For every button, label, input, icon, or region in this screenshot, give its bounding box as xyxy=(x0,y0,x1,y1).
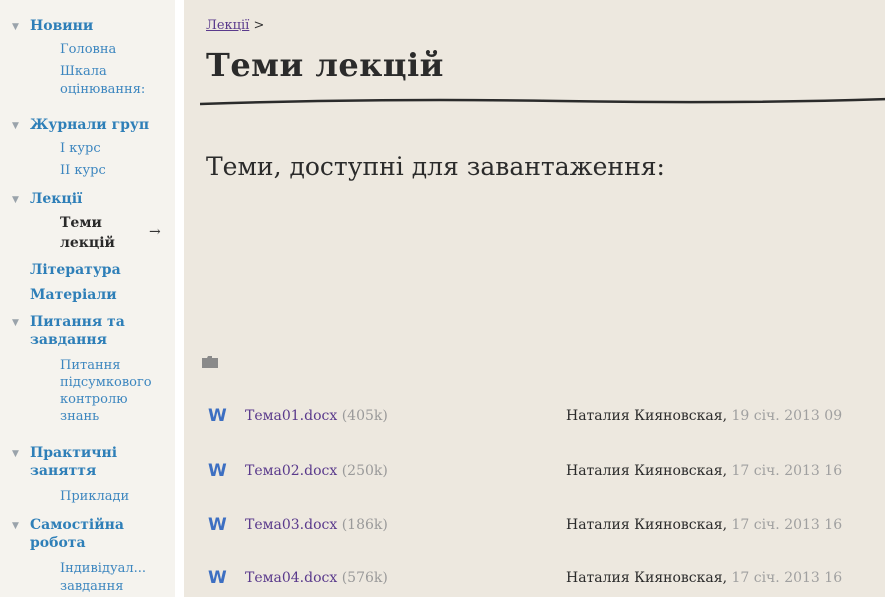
file-author: Наталия Кияновская, xyxy=(566,517,728,533)
breadcrumb-link-lectures[interactable]: Лекції xyxy=(206,18,249,33)
file-size: (405k) xyxy=(341,408,388,424)
word-document-icon[interactable]: W xyxy=(208,515,227,535)
section-title: Теми, доступні для завантаження: xyxy=(206,152,665,181)
nav-course-1[interactable]: I курс xyxy=(60,141,101,157)
nav-selfwork-line2[interactable]: робота xyxy=(30,535,86,551)
nav-grading-scale-line2[interactable]: оцінювання: xyxy=(60,82,145,98)
nav-materials[interactable]: Матеріали xyxy=(30,287,117,303)
nav-news[interactable]: Новини xyxy=(30,18,93,34)
nav-grading-scale-line1[interactable]: Шкала xyxy=(60,64,107,80)
expand-triangle-icon[interactable]: ▼ xyxy=(12,195,19,205)
nav-final-control-line4[interactable]: знань xyxy=(60,409,99,425)
file-size: (186k) xyxy=(341,517,388,533)
file-date: 17 січ. 2013 16 xyxy=(731,463,843,479)
title-underline xyxy=(200,97,885,106)
file-author: Наталия Кияновская, xyxy=(566,463,728,479)
expand-triangle-icon[interactable]: ▼ xyxy=(12,318,19,328)
breadcrumb-separator: > xyxy=(253,18,265,33)
page-title: Теми лекцій xyxy=(206,46,444,84)
expand-triangle-icon[interactable]: ▼ xyxy=(12,521,19,531)
file-link[interactable]: Тема01.docx xyxy=(245,408,337,424)
expand-triangle-icon[interactable]: ▼ xyxy=(12,449,19,459)
nav-lecture-topics-line1[interactable]: Теми xyxy=(60,215,102,231)
nav-lectures[interactable]: Лекції xyxy=(30,191,82,207)
nav-literature[interactable]: Література xyxy=(30,262,121,278)
file-date: 17 січ. 2013 16 xyxy=(731,517,843,533)
nav-course-2[interactable]: II курс xyxy=(60,163,106,179)
file-date: 17 січ. 2013 16 xyxy=(731,570,843,586)
word-document-icon[interactable]: W xyxy=(208,406,227,426)
file-author: Наталия Кияновская, xyxy=(566,570,728,586)
nav-final-control-line2[interactable]: підсумкового xyxy=(60,375,152,391)
sidebar-nav: ▼ Новини Головна Шкала оцінювання: ▼ Жур… xyxy=(0,0,175,597)
nav-questions-line2[interactable]: завдання xyxy=(30,332,107,348)
word-document-icon[interactable]: W xyxy=(208,568,227,588)
expand-triangle-icon[interactable]: ▼ xyxy=(12,121,19,131)
word-document-icon[interactable]: W xyxy=(208,461,227,481)
file-size: (576k) xyxy=(341,570,388,586)
file-author: Наталия Кияновская, xyxy=(566,408,728,424)
nav-group-journals[interactable]: Журнали груп xyxy=(30,117,149,133)
file-link[interactable]: Тема03.docx xyxy=(245,517,337,533)
file-link[interactable]: Тема04.docx xyxy=(245,570,337,586)
file-size: (250k) xyxy=(341,463,388,479)
nav-examples[interactable]: Приклади xyxy=(60,489,129,505)
nav-individual-line1[interactable]: Індивідуал... xyxy=(60,561,146,577)
nav-selfwork-line1[interactable]: Самостійна xyxy=(30,517,124,533)
current-page-arrow-icon: → xyxy=(149,224,161,240)
breadcrumb: Лекції > xyxy=(206,18,264,33)
nav-practice-line2[interactable]: заняття xyxy=(30,463,96,479)
nav-practice-line1[interactable]: Практичні xyxy=(30,445,117,461)
nav-individual-line2[interactable]: завдання xyxy=(60,579,123,595)
nav-home[interactable]: Головна xyxy=(60,42,116,58)
nav-questions-line1[interactable]: Питання та xyxy=(30,314,125,330)
expand-triangle-icon[interactable]: ▼ xyxy=(12,22,19,32)
file-link[interactable]: Тема02.docx xyxy=(245,463,337,479)
main-content: Лекції > Теми лекцій Теми, доступні для … xyxy=(184,0,885,597)
folder-icon[interactable] xyxy=(202,356,218,368)
nav-lecture-topics-line2[interactable]: лекцій xyxy=(60,235,115,251)
nav-final-control-line3[interactable]: контролю xyxy=(60,392,128,408)
file-date: 19 січ. 2013 09 xyxy=(731,408,843,424)
nav-final-control-line1[interactable]: Питання xyxy=(60,358,120,374)
